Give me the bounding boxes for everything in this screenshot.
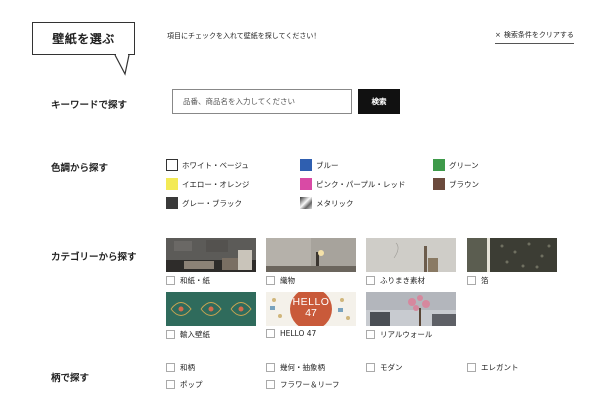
category-checkbox[interactable] — [266, 329, 275, 338]
category-label: 輸入壁紙 — [180, 330, 210, 339]
pattern-label: ポップ — [180, 380, 203, 389]
category-section-title: カテゴリーから探す — [51, 252, 137, 263]
sprinkle-material-thumbnail — [366, 238, 456, 272]
color-option-label: メタリック — [316, 198, 354, 208]
real-wall-thumbnail — [366, 292, 456, 326]
brown-swatch — [433, 178, 445, 190]
color-option-yellow-orange[interactable]: イエロー・オレンジ — [166, 178, 249, 190]
search-button[interactable]: 検索 — [358, 89, 400, 114]
hello-47-badge: HELLO 47 — [290, 292, 332, 326]
category-label: HELLO 47 — [280, 329, 317, 338]
pattern-label: フラワー＆リーフ — [280, 380, 340, 389]
category-washi-paper[interactable]: 和紙・紙 — [166, 238, 256, 286]
instruction-text: 項目にチェックを入れて壁紙を探してください！ — [167, 32, 321, 40]
category-label: 和紙・紙 — [180, 276, 210, 285]
imported-wallpaper-thumbnail — [166, 292, 256, 326]
color-option-label: グリーン — [449, 160, 479, 170]
washi-paper-thumbnail — [166, 238, 256, 272]
color-option-gray-black[interactable]: グレー・ブラック — [166, 197, 242, 209]
hello-47-thumbnail: HELLO 47 — [266, 292, 356, 326]
color-option-white-beige[interactable]: ホワイト・ベージュ — [166, 159, 249, 171]
category-sprinkle-material[interactable]: ふりまき素材 — [366, 238, 456, 286]
pattern-checkbox[interactable] — [166, 363, 175, 372]
color-option-green[interactable]: グリーン — [433, 159, 479, 171]
category-checkbox[interactable] — [266, 276, 275, 285]
speech-bubble-tail — [114, 53, 130, 76]
pattern-option-modern[interactable]: モダン — [366, 362, 403, 373]
pattern-checkbox[interactable] — [467, 363, 476, 372]
close-icon: × — [495, 31, 501, 39]
blue-swatch — [300, 159, 312, 171]
color-option-pink-purple-red[interactable]: ピンク・パープル・レッド — [300, 178, 405, 190]
category-real-wall[interactable]: リアルウォール — [366, 292, 456, 340]
page-title-text: 壁紙を選ぶ — [52, 32, 115, 46]
green-swatch — [433, 159, 445, 171]
pattern-section-title: 柄で探す — [51, 373, 90, 384]
category-label: ふりまき素材 — [380, 276, 425, 285]
hello-47-badge-line2: 47 — [305, 307, 317, 319]
page-title: 壁紙を選ぶ — [32, 22, 135, 55]
color-option-blue[interactable]: ブルー — [300, 159, 339, 171]
category-checkbox[interactable] — [467, 276, 476, 285]
white-swatch — [166, 159, 178, 171]
category-hello-47[interactable]: HELLO 47 HELLO 47 — [266, 292, 356, 338]
color-option-label: グレー・ブラック — [182, 198, 242, 208]
color-option-metallic[interactable]: メタリック — [300, 197, 354, 209]
category-label: 織物 — [280, 276, 295, 285]
metallic-swatch — [300, 197, 312, 209]
pattern-option-pop[interactable]: ポップ — [166, 379, 203, 390]
category-label: リアルウォール — [380, 330, 433, 339]
pattern-checkbox[interactable] — [366, 363, 375, 372]
category-checkbox[interactable] — [366, 276, 375, 285]
category-foil[interactable]: 箔 — [467, 238, 557, 286]
pattern-label: 和柄 — [180, 363, 195, 372]
gray-swatch — [166, 197, 178, 209]
pattern-option-japanese[interactable]: 和柄 — [166, 362, 195, 373]
category-checkbox[interactable] — [366, 330, 375, 339]
pattern-label: モダン — [380, 363, 403, 372]
color-option-brown[interactable]: ブラウン — [433, 178, 479, 190]
color-section-title: 色調から探す — [51, 163, 109, 174]
pink-swatch — [300, 178, 312, 190]
color-option-label: ホワイト・ベージュ — [182, 160, 249, 170]
color-option-label: イエロー・オレンジ — [182, 179, 250, 189]
pattern-checkbox[interactable] — [266, 363, 275, 372]
category-checkbox[interactable] — [166, 276, 175, 285]
pattern-label: 幾何・抽象柄 — [280, 363, 325, 372]
pattern-checkbox[interactable] — [166, 380, 175, 389]
foil-thumbnail — [467, 238, 557, 272]
color-option-label: ブラウン — [449, 179, 479, 189]
woven-thumbnail — [266, 238, 356, 272]
yellow-swatch — [166, 178, 178, 190]
keyword-section-title: キーワードで探す — [51, 100, 128, 111]
category-imported-wallpaper[interactable]: 輸入壁紙 — [166, 292, 256, 340]
color-option-label: ブルー — [316, 160, 339, 170]
pattern-option-geometric[interactable]: 幾何・抽象柄 — [266, 362, 325, 373]
color-option-label: ピンク・パープル・レッド — [316, 179, 406, 189]
pattern-checkbox[interactable] — [266, 380, 275, 389]
category-woven[interactable]: 織物 — [266, 238, 356, 286]
category-checkbox[interactable] — [166, 330, 175, 339]
keyword-search-input[interactable] — [172, 89, 352, 114]
clear-filters-label: 検索条件をクリアする — [503, 31, 574, 39]
pattern-option-flower-leaf[interactable]: フラワー＆リーフ — [266, 379, 340, 390]
category-label: 箔 — [481, 276, 489, 285]
pattern-option-elegant[interactable]: エレガント — [467, 362, 519, 373]
clear-filters-link[interactable]: × 検索条件をクリアする — [495, 30, 574, 44]
pattern-label: エレガント — [481, 363, 519, 372]
